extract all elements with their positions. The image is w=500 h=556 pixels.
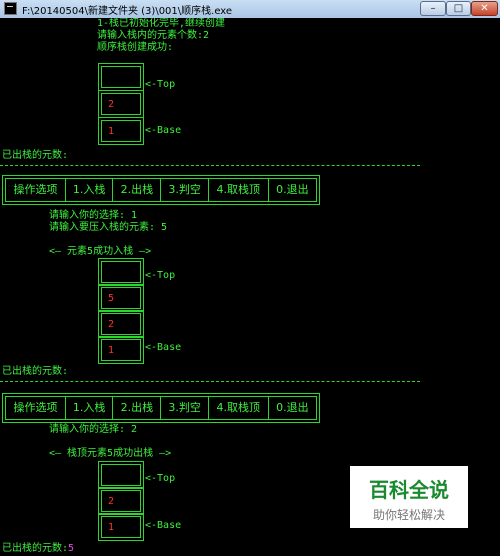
stack-cell: 1 (98, 336, 144, 364)
menu-item-push: 1.入栈 (66, 397, 114, 419)
stack-cell: 2 (98, 90, 144, 118)
menu-item-options: 操作选项 (6, 179, 67, 201)
stack-cell: 1 (98, 117, 144, 145)
pop-success-message: <— 栈顶元素5成功出栈 —> (49, 448, 172, 459)
separator (0, 381, 420, 382)
menu-item-exit: 0.退出 (276, 183, 309, 196)
push-success-message: <— 元素5成功入栈 —> (49, 246, 152, 257)
window-title: F:\20140504\新建文件夹 (3)\001\顺序栈.exe (22, 6, 233, 17)
menu-item-options: 操作选项 (6, 397, 67, 419)
top-pointer-label: <-Top (145, 270, 176, 281)
console-line: 请输入你的选择: 1 (49, 210, 138, 221)
menu-item-pop: 2.出栈 (113, 397, 162, 419)
console-line: 顺序栈创建成功: (97, 42, 174, 53)
watermark-title: 百科全说 (369, 478, 449, 502)
stack-cell: 5 (98, 284, 144, 312)
minimize-button[interactable]: – (420, 1, 446, 16)
menu-item-pop: 2.出栈 (113, 179, 162, 201)
base-pointer-label: <-Base (145, 342, 182, 353)
console-app-icon (4, 2, 17, 15)
top-pointer-label: <-Top (145, 473, 176, 484)
console-line: 请输入你的选择: 2 (49, 424, 138, 435)
console-line: 请输入要压入栈的元素: 5 (49, 222, 168, 233)
separator (0, 165, 420, 166)
top-pointer-label: <-Top (145, 79, 176, 90)
stack-cell (98, 63, 144, 91)
close-button[interactable]: ✕ (471, 1, 498, 16)
popped-value: 5 (68, 543, 75, 554)
watermark-subtitle: 助你轻松解决 (372, 508, 445, 522)
console-line: 请输入栈内的元素个数:2 (97, 30, 210, 41)
menu-item-is-empty: 3.判空 (161, 179, 209, 201)
title-bar: F:\20140504\新建文件夹 (3)\001\顺序栈.exe – □ ✕ (0, 0, 500, 19)
menu-item-is-empty: 3.判空 (161, 397, 209, 419)
popped-line: 已出栈的元数: (2, 150, 69, 161)
popped-line: 已出栈的元数:5 (2, 543, 75, 554)
menu-item-exit: 0.退出 (276, 401, 309, 414)
operation-menu: 操作选项 1.入栈 2.出栈 3.判空 4.取栈顶 0.退出 (2, 393, 320, 423)
console-line: 1-栈已初始化完毕,继续创建 (97, 18, 226, 29)
stack-cell: 1 (98, 513, 144, 541)
stack-cell: 2 (98, 487, 144, 515)
watermark-badge: 百科全说 助你轻松解决 (350, 466, 468, 528)
stack-cell (98, 461, 144, 489)
stack-cell (98, 258, 144, 286)
menu-item-get-top: 4.取栈顶 (209, 179, 269, 201)
menu-item-push: 1.入栈 (66, 179, 114, 201)
base-pointer-label: <-Base (145, 520, 182, 531)
menu-item-get-top: 4.取栈顶 (209, 397, 269, 419)
maximize-button[interactable]: □ (446, 1, 471, 16)
stack-cell: 2 (98, 310, 144, 338)
base-pointer-label: <-Base (145, 125, 182, 136)
operation-menu: 操作选项 1.入栈 2.出栈 3.判空 4.取栈顶 0.退出 (2, 175, 320, 205)
popped-line: 已出栈的元数: (2, 366, 69, 377)
